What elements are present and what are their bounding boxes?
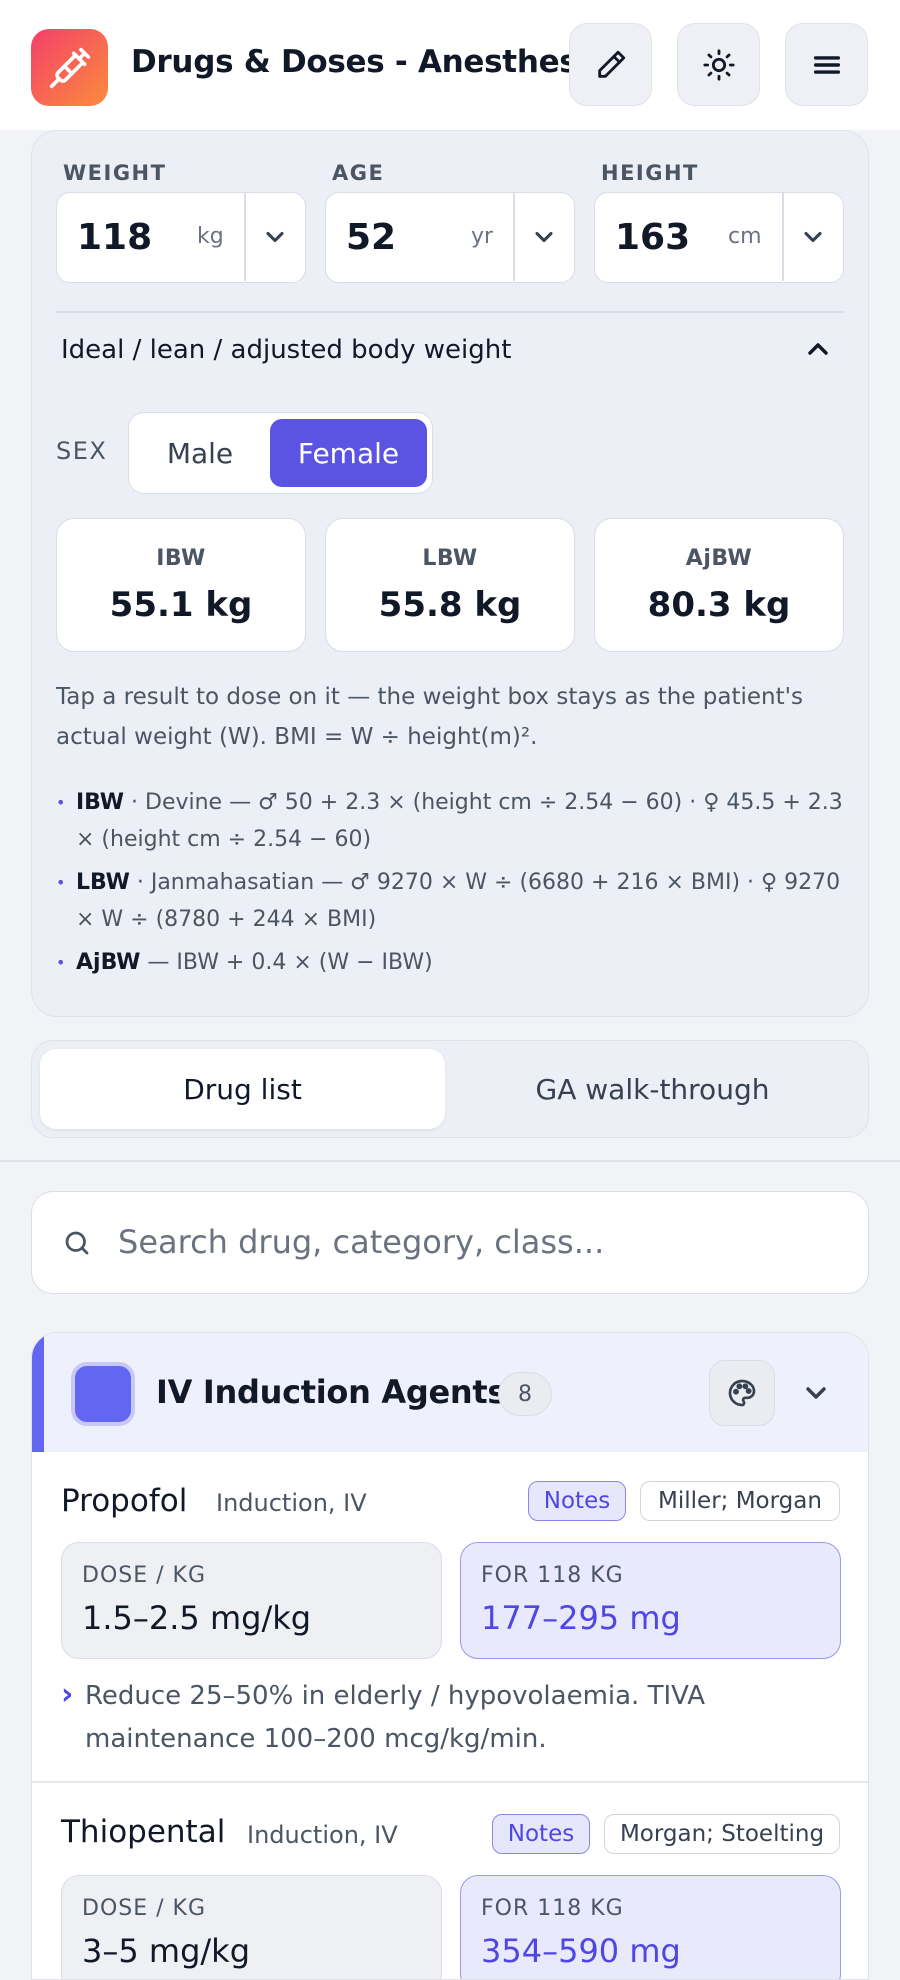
dose-per-kg-box: DOSE / KG 3–5 mg/kg xyxy=(61,1875,442,1979)
pencil-icon xyxy=(597,50,625,78)
weight-value[interactable]: 118 xyxy=(77,217,152,258)
field-divider xyxy=(782,193,784,281)
age-value[interactable]: 52 xyxy=(346,217,396,258)
color-picker-button[interactable] xyxy=(709,1360,775,1426)
search-icon xyxy=(65,1231,89,1255)
drug-name: Propofol xyxy=(61,1483,188,1519)
notes-button[interactable]: Notes xyxy=(528,1481,626,1521)
drug-route: Induction, IV xyxy=(247,1821,398,1849)
dose-total-box: FOR 118 KG 354–590 mg xyxy=(460,1875,841,1979)
sex-toggle: Male Female xyxy=(128,412,433,494)
category-card: IV Induction Agents 8 Propofol Induction… xyxy=(31,1332,869,1980)
sex-option-male[interactable]: Male xyxy=(135,419,265,487)
search-box[interactable] xyxy=(31,1191,869,1294)
top-bar: Drugs & Doses - Anesthesia xyxy=(0,0,900,130)
dose-total-box: FOR 118 KG 177–295 mg xyxy=(460,1542,841,1659)
palette-icon xyxy=(728,1379,756,1407)
dose-total-value: 354–590 mg xyxy=(481,1932,681,1970)
app-title: Drugs & Doses - Anesthesia xyxy=(131,44,609,80)
drug-note: Reduce 25–50% in elderly / hypovolaemia.… xyxy=(61,1673,851,1761)
weight-label: WEIGHT xyxy=(63,161,167,185)
tab-ga-walkthrough[interactable]: GA walk-through xyxy=(450,1049,855,1129)
height-value[interactable]: 163 xyxy=(615,217,690,258)
weight-field[interactable]: 118 kg xyxy=(56,192,306,283)
formula-text: — IBW + 0.4 × (W − IBW) xyxy=(140,950,433,975)
ibw-label: IBW xyxy=(156,546,206,571)
theme-toggle-button[interactable] xyxy=(677,23,760,106)
reference-badge: Morgan; Stoelting xyxy=(604,1814,840,1854)
dose-total-label: FOR 118 KG xyxy=(481,1563,624,1588)
notes-button[interactable]: Notes xyxy=(492,1814,590,1854)
dose-total-label: FOR 118 KG xyxy=(481,1896,624,1921)
section-divider xyxy=(0,1160,900,1162)
height-label: HEIGHT xyxy=(601,161,699,185)
edit-button[interactable] xyxy=(569,23,652,106)
age-label: AGE xyxy=(332,161,385,185)
dose-per-kg-label: DOSE / KG xyxy=(82,1563,206,1588)
sex-label: SEX xyxy=(56,437,108,465)
category-header[interactable]: IV Induction Agents 8 xyxy=(32,1333,868,1452)
formula-name: AjBW xyxy=(76,950,141,975)
patient-panel: WEIGHT AGE HEIGHT 118 kg 52 yr 163 cm Id… xyxy=(31,130,869,1017)
category-title: IV Induction Agents xyxy=(156,1373,507,1411)
sun-icon xyxy=(702,48,735,81)
chevron-down-icon[interactable] xyxy=(800,1377,832,1409)
category-accent-bar xyxy=(32,1333,44,1452)
tab-drug-list[interactable]: Drug list xyxy=(40,1049,445,1129)
formula-text: · Devine — ♂ 50 + 2.3 × (height cm ÷ 2.5… xyxy=(76,790,843,852)
ajbw-value: 80.3 kg xyxy=(647,585,791,625)
menu-icon xyxy=(813,55,840,74)
body-weight-hint: Tap a result to dose on it — the weight … xyxy=(56,684,803,750)
view-tabs: Drug list GA walk-through xyxy=(31,1040,869,1138)
drug-route: Induction, IV xyxy=(216,1489,367,1517)
syringe-icon xyxy=(31,29,108,106)
drug-name: Thiopental xyxy=(61,1814,226,1850)
field-divider xyxy=(513,193,515,281)
lbw-label: LBW xyxy=(422,546,478,571)
drug-divider xyxy=(32,1781,868,1783)
chevron-up-icon[interactable] xyxy=(802,333,834,365)
section-divider xyxy=(56,311,844,313)
field-divider xyxy=(244,193,246,281)
dose-total-value: 177–295 mg xyxy=(481,1599,681,1637)
ajbw-card[interactable]: AjBW 80.3 kg xyxy=(594,518,844,652)
lbw-value: 55.8 kg xyxy=(378,585,522,625)
chevron-down-icon[interactable] xyxy=(530,223,558,251)
chevron-down-icon[interactable] xyxy=(799,223,827,251)
formula-ajbw: AjBW — IBW + 0.4 × (W − IBW) xyxy=(56,944,852,981)
age-field[interactable]: 52 yr xyxy=(325,192,575,283)
dose-per-kg-label: DOSE / KG xyxy=(82,1896,206,1921)
ajbw-label: AjBW xyxy=(685,546,753,571)
ibw-value: 55.1 kg xyxy=(109,585,253,625)
lbw-card[interactable]: LBW 55.8 kg xyxy=(325,518,575,652)
dose-per-kg-box: DOSE / KG 1.5–2.5 mg/kg xyxy=(61,1542,442,1659)
formula-list: IBW · Devine — ♂ 50 + 2.3 × (height cm ÷… xyxy=(56,784,852,987)
dose-per-kg-value: 3–5 mg/kg xyxy=(82,1932,250,1970)
category-count-badge: 8 xyxy=(498,1372,552,1416)
category-color-swatch xyxy=(75,1366,131,1422)
body-weight-expander[interactable]: Ideal / lean / adjusted body weight xyxy=(61,335,511,365)
sex-option-female[interactable]: Female xyxy=(270,419,427,487)
search-input[interactable] xyxy=(118,1220,838,1264)
height-field[interactable]: 163 cm xyxy=(594,192,844,283)
age-unit: yr xyxy=(471,224,494,249)
formula-name: LBW xyxy=(76,870,130,895)
reference-badge: Miller; Morgan xyxy=(640,1481,840,1521)
formula-name: IBW xyxy=(76,790,125,815)
weight-unit: kg xyxy=(197,224,224,249)
dose-per-kg-value: 1.5–2.5 mg/kg xyxy=(82,1599,312,1637)
ibw-card[interactable]: IBW 55.1 kg xyxy=(56,518,306,652)
height-unit: cm xyxy=(728,224,762,249)
chevron-down-icon[interactable] xyxy=(261,223,289,251)
formula-lbw: LBW · Janmahasatian — ♂ 9270 × W ÷ (6680… xyxy=(56,864,852,938)
formula-ibw: IBW · Devine — ♂ 50 + 2.3 × (height cm ÷… xyxy=(56,784,852,858)
menu-button[interactable] xyxy=(785,23,868,106)
formula-text: · Janmahasatian — ♂ 9270 × W ÷ (6680 + 2… xyxy=(76,870,841,932)
